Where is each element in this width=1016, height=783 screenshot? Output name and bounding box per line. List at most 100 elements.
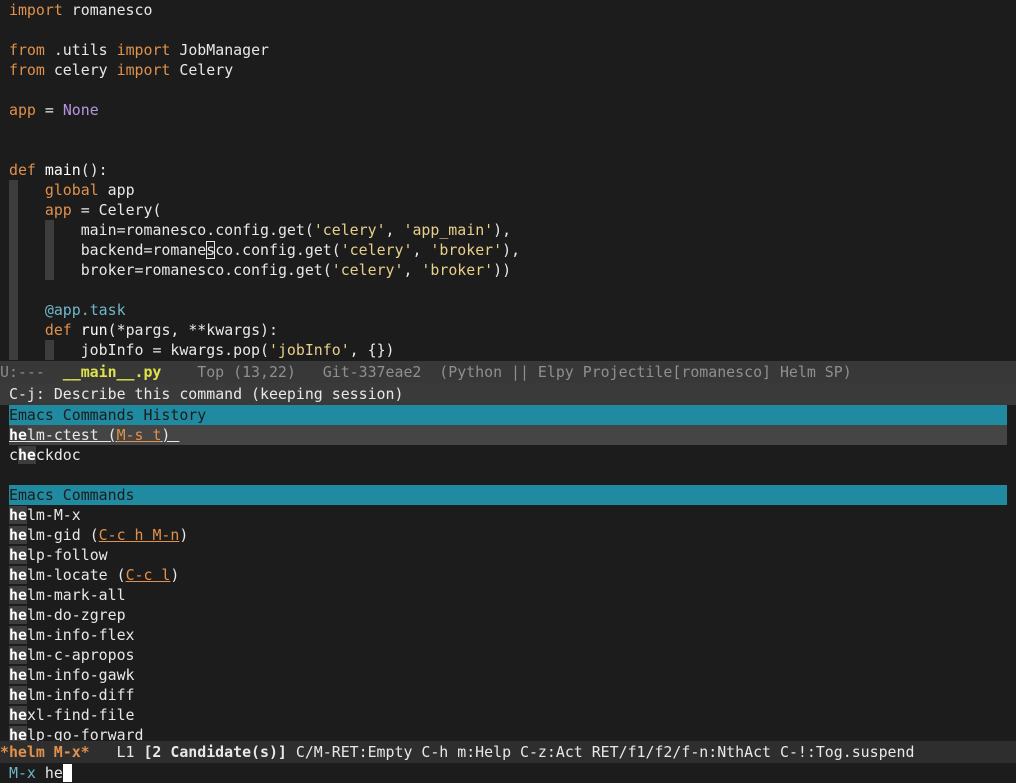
indent-guide: [9, 320, 18, 340]
helm-buffer-name: *helm M-x*: [0, 743, 90, 761]
code-token: romanesco: [62, 1, 153, 19]
code-line[interactable]: [9, 140, 1016, 160]
code-line[interactable]: backend=romanesco.config.get('celery', '…: [9, 240, 1016, 260]
candidate-suffix: ): [161, 426, 180, 444]
candidate-match: he: [9, 706, 27, 724]
candidate-item[interactable]: helm-info-flex: [9, 625, 135, 645]
code-token: broker=romanesco.config.get(: [9, 261, 332, 279]
candidate-item[interactable]: helm-locate (C-c l): [9, 565, 179, 585]
code-token: @app.task: [44, 301, 126, 319]
candidate-match: he: [9, 686, 27, 704]
code-token: ,: [403, 261, 422, 279]
modeline-state: U:---: [0, 363, 63, 381]
code-token: co.config.get(: [215, 241, 341, 259]
candidate-text: lm-do-zgrep: [26, 606, 126, 624]
indent-guide: [9, 220, 18, 240]
candidate-item[interactable]: helm-info-gawk: [9, 665, 135, 685]
code-line[interactable]: main=romanesco.config.get('celery', 'app…: [9, 220, 1016, 240]
candidate-text: ckdoc: [35, 446, 81, 464]
indent-guide: [9, 260, 18, 280]
point-cursor: s: [206, 241, 216, 259]
code-token: ,: [385, 221, 404, 239]
code-token: JobManager: [170, 41, 270, 59]
helm-modeline: *helm M-x* L1 [2 Candidate(s)] C/M-RET:E…: [0, 741, 1016, 763]
code-token: 'broker': [430, 241, 503, 259]
candidate-text: lm-gid (: [26, 526, 99, 544]
candidate-match: he: [9, 646, 27, 664]
candidate-match: he: [9, 426, 27, 444]
code-token: 'celery': [340, 241, 413, 259]
code-line[interactable]: [9, 280, 1016, 300]
candidate-item[interactable]: helm-do-zgrep: [9, 605, 126, 625]
code-token: 'celery': [313, 221, 386, 239]
candidate-item[interactable]: helm-mark-all: [9, 585, 126, 605]
candidate-item[interactable]: helm-info-diff: [9, 685, 135, 705]
candidate-match: he: [9, 566, 27, 584]
candidate-item[interactable]: checkdoc: [9, 445, 81, 465]
candidate-match: he: [9, 526, 27, 544]
minibuffer-prompt: M-x: [9, 764, 45, 782]
code-token: app: [98, 181, 135, 199]
code-token: ,: [412, 241, 431, 259]
candidate-item[interactable]: helm-M-x: [9, 505, 81, 525]
code-token: ),: [493, 221, 512, 239]
candidate-text: lm-c-apropos: [26, 646, 135, 664]
code-token: 'broker': [421, 261, 494, 279]
indent-guide: [45, 260, 54, 280]
code-token: def: [9, 161, 36, 179]
code-token: import: [116, 61, 171, 79]
candidate-text: lm-ctest (: [26, 426, 117, 444]
indent-guide: [9, 340, 18, 360]
candidate-item[interactable]: helm-gid (C-c h M-n): [9, 525, 188, 545]
candidate-match: he: [9, 626, 27, 644]
candidate-text: lm-M-x: [26, 506, 81, 524]
candidate-match: he: [9, 666, 27, 684]
minibuffer-input[interactable]: he: [45, 764, 63, 782]
candidate-suffix: ): [179, 526, 189, 544]
candidate-text: lm-info-diff: [26, 686, 135, 704]
candidate-suffix: ): [170, 566, 180, 584]
minibuffer[interactable]: M-x he: [9, 763, 72, 783]
indent-guide: [9, 300, 18, 320]
code-token: = Celery(: [71, 201, 162, 219]
code-line[interactable]: from .utils import JobManager: [9, 40, 1016, 60]
selected-candidate[interactable]: helm-ctest (M-s t): [9, 425, 1007, 445]
code-line[interactable]: @app.task: [9, 300, 1016, 320]
candidate-item[interactable]: help-follow: [9, 545, 108, 565]
code-token: 'jobInfo': [268, 341, 350, 359]
candidate-item[interactable]: helm-c-apropos: [9, 645, 135, 665]
candidate-text: lp-follow: [26, 546, 108, 564]
code-line[interactable]: jobInfo = kwargs.pop('jobInfo', {}): [9, 340, 1016, 360]
candidate-text: lm-locate (: [26, 566, 126, 584]
modeline-filename[interactable]: __main__.py: [63, 363, 162, 381]
code-line[interactable]: broker=romanesco.config.get('celery', 'b…: [9, 260, 1016, 280]
candidate-item[interactable]: hexl-find-file: [9, 705, 135, 725]
candidate-text: lm-mark-all: [26, 586, 126, 604]
helm-line-indicator: L1: [89, 743, 144, 761]
code-token: , {}): [349, 341, 395, 359]
code-token: import: [9, 1, 63, 19]
code-line[interactable]: app = None: [9, 100, 1016, 120]
candidate-prefix: c: [9, 446, 18, 464]
code-line[interactable]: [9, 120, 1016, 140]
candidate-match: he: [9, 506, 27, 524]
code-line[interactable]: [9, 80, 1016, 100]
code-line[interactable]: def run(*pargs, **kwargs):: [9, 320, 1016, 340]
code-line[interactable]: from celery import Celery: [9, 60, 1016, 80]
candidate-keybinding: C-c l: [125, 566, 171, 584]
candidate-match: he: [17, 446, 36, 464]
code-line[interactable]: [9, 20, 1016, 40]
code-token: ),: [502, 241, 521, 259]
candidate-keybinding: C-c h M-n: [98, 526, 180, 544]
helm-hint-line: C-j: Describe this command (keeping sess…: [0, 383, 1016, 405]
code-token: main=romanesco.config.get(: [9, 221, 314, 239]
code-line[interactable]: global app: [9, 180, 1016, 200]
code-line[interactable]: import romanesco: [9, 0, 1016, 20]
code-line[interactable]: def main():: [9, 160, 1016, 180]
code-line[interactable]: app = Celery(: [9, 200, 1016, 220]
commands-section-header: Emacs Commands: [9, 485, 1007, 505]
helm-keys-help: C/M-RET:Empty C-h m:Help C-z:Act RET/f1/…: [286, 743, 915, 761]
text-cursor: [62, 764, 72, 782]
code-token: global: [44, 181, 99, 199]
indent-guide: [9, 180, 18, 200]
